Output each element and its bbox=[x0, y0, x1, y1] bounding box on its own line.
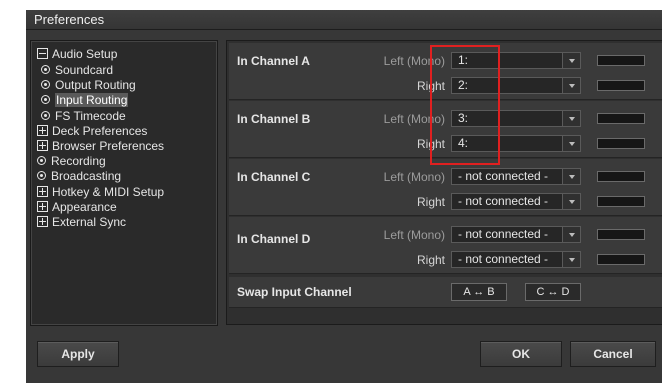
radio-dot-icon bbox=[41, 95, 50, 105]
channel-b-right-value: 4: bbox=[458, 136, 469, 150]
channel-c-right-select[interactable]: - not connected - bbox=[451, 193, 581, 210]
channel-a-left-value: 1: bbox=[458, 53, 469, 67]
ok-button[interactable]: OK bbox=[480, 341, 562, 367]
tree-item-audio-setup[interactable]: Audio Setup bbox=[37, 47, 117, 61]
channel-a-name: In Channel A bbox=[237, 54, 310, 68]
channel-b-right-level-meter bbox=[597, 138, 645, 149]
input-routing-panel: In Channel A Left (Mono) 1: Right 2: In … bbox=[226, 40, 662, 325]
tree-item-label: Input Routing bbox=[55, 93, 129, 107]
channel-a-left-level-meter bbox=[597, 55, 645, 66]
radio-dot-icon bbox=[41, 111, 50, 121]
screenshot-border-top bbox=[0, 0, 662, 10]
chevron-down-icon[interactable] bbox=[562, 78, 580, 93]
channel-c-right-level-meter bbox=[597, 196, 645, 207]
chevron-down-icon[interactable] bbox=[562, 169, 580, 184]
channel-d-right-value: - not connected - bbox=[458, 252, 549, 266]
expand-box-icon bbox=[37, 186, 48, 198]
tree-item-soundcard[interactable]: Soundcard bbox=[41, 63, 113, 77]
tree-item-label: FS Timecode bbox=[55, 109, 126, 123]
tree-item-label: Recording bbox=[51, 154, 106, 168]
expand-box-icon bbox=[37, 201, 48, 213]
tree-item-label: Appearance bbox=[52, 200, 117, 214]
channel-c-left-level-meter bbox=[597, 171, 645, 182]
channel-b-right-select[interactable]: 4: bbox=[451, 135, 581, 152]
channel-c-left-select[interactable]: - not connected - bbox=[451, 168, 581, 185]
radio-dot-icon bbox=[37, 171, 46, 181]
chevron-down-icon[interactable] bbox=[562, 53, 580, 68]
channel-b-group: In Channel B Left (Mono) 3: Right 4: bbox=[229, 101, 662, 158]
tree-item-input-routing[interactable]: Input Routing bbox=[41, 93, 129, 107]
tree-item-appearance[interactable]: Appearance bbox=[37, 200, 117, 214]
expand-box-icon bbox=[37, 140, 48, 152]
chevron-down-icon[interactable] bbox=[562, 136, 580, 151]
channel-d-left-select[interactable]: - not connected - bbox=[451, 226, 581, 243]
chevron-down-icon[interactable] bbox=[562, 111, 580, 126]
expand-box-icon bbox=[37, 216, 48, 228]
channel-d-right-level-meter bbox=[597, 254, 645, 265]
chevron-down-icon[interactable] bbox=[562, 227, 580, 242]
screenshot-border-left bbox=[0, 0, 26, 383]
tree-item-fs-timecode[interactable]: FS Timecode bbox=[41, 109, 126, 123]
tree-item-browser-preferences[interactable]: Browser Preferences bbox=[37, 139, 164, 153]
channel-a-right-label: Right bbox=[416, 79, 445, 93]
channel-c-right-label: Right bbox=[416, 195, 445, 209]
channel-a-left-label: Left (Mono) bbox=[383, 54, 445, 68]
swap-ab-button[interactable]: A ↔ B bbox=[451, 283, 507, 301]
swap-input-row: Swap Input Channel A ↔ B C ↔ D bbox=[229, 277, 662, 308]
channel-b-name: In Channel B bbox=[237, 112, 311, 126]
channel-c-left-value: - not connected - bbox=[458, 169, 549, 183]
channel-b-right-label: Right bbox=[416, 137, 445, 151]
channel-a-group: In Channel A Left (Mono) 1: Right 2: bbox=[229, 43, 662, 100]
channel-d-left-value: - not connected - bbox=[458, 227, 549, 241]
preferences-tree: Audio Setup Soundcard Output Routing Inp… bbox=[30, 40, 218, 326]
swap-input-label: Swap Input Channel bbox=[237, 285, 352, 299]
channel-b-left-label: Left (Mono) bbox=[383, 112, 445, 126]
channel-b-left-value: 3: bbox=[458, 111, 469, 125]
tree-item-label: Hotkey & MIDI Setup bbox=[52, 185, 165, 199]
channel-c-name: In Channel C bbox=[237, 170, 311, 184]
channel-d-right-label: Right bbox=[416, 253, 445, 267]
cancel-button[interactable]: Cancel bbox=[570, 341, 656, 367]
radio-dot-icon bbox=[41, 80, 50, 90]
channel-c-group: In Channel C Left (Mono) - not connected… bbox=[229, 159, 662, 216]
tree-item-label: Broadcasting bbox=[51, 169, 122, 183]
channel-d-group: In Channel D Left (Mono) - not connected… bbox=[229, 217, 662, 274]
collapse-box-icon bbox=[37, 48, 48, 60]
tree-item-external-sync[interactable]: External Sync bbox=[37, 215, 126, 229]
tree-item-label: Soundcard bbox=[55, 63, 114, 77]
radio-dot-icon bbox=[41, 65, 50, 75]
channel-a-right-value: 2: bbox=[458, 78, 469, 92]
channel-d-right-select[interactable]: - not connected - bbox=[451, 251, 581, 268]
channel-d-left-level-meter bbox=[597, 229, 645, 240]
channel-b-left-level-meter bbox=[597, 113, 645, 124]
tree-item-output-routing[interactable]: Output Routing bbox=[41, 78, 136, 92]
tree-item-label: Output Routing bbox=[55, 78, 136, 92]
tree-item-broadcasting[interactable]: Broadcasting bbox=[37, 169, 121, 183]
channel-a-right-level-meter bbox=[597, 80, 645, 91]
window-title: Preferences bbox=[26, 10, 662, 30]
tree-item-deck-preferences[interactable]: Deck Preferences bbox=[37, 124, 147, 138]
channel-c-left-label: Left (Mono) bbox=[383, 170, 445, 184]
swap-cd-button[interactable]: C ↔ D bbox=[525, 283, 581, 301]
tree-item-label: Deck Preferences bbox=[52, 124, 148, 138]
tree-item-label: Audio Setup bbox=[52, 47, 118, 61]
channel-a-left-select[interactable]: 1: bbox=[451, 52, 581, 69]
chevron-down-icon[interactable] bbox=[562, 194, 580, 209]
tree-item-recording[interactable]: Recording bbox=[37, 154, 106, 168]
channel-d-name: In Channel D bbox=[237, 232, 311, 246]
chevron-down-icon[interactable] bbox=[562, 252, 580, 267]
radio-dot-icon bbox=[37, 156, 46, 166]
channel-d-left-label: Left (Mono) bbox=[383, 228, 445, 242]
channel-c-right-value: - not connected - bbox=[458, 194, 549, 208]
apply-button[interactable]: Apply bbox=[37, 341, 119, 367]
channel-b-left-select[interactable]: 3: bbox=[451, 110, 581, 127]
tree-item-label: External Sync bbox=[52, 215, 127, 229]
tree-item-hotkey-midi-setup[interactable]: Hotkey & MIDI Setup bbox=[37, 185, 164, 199]
expand-box-icon bbox=[37, 125, 48, 137]
channel-a-right-select[interactable]: 2: bbox=[451, 77, 581, 94]
tree-item-label: Browser Preferences bbox=[52, 139, 165, 153]
